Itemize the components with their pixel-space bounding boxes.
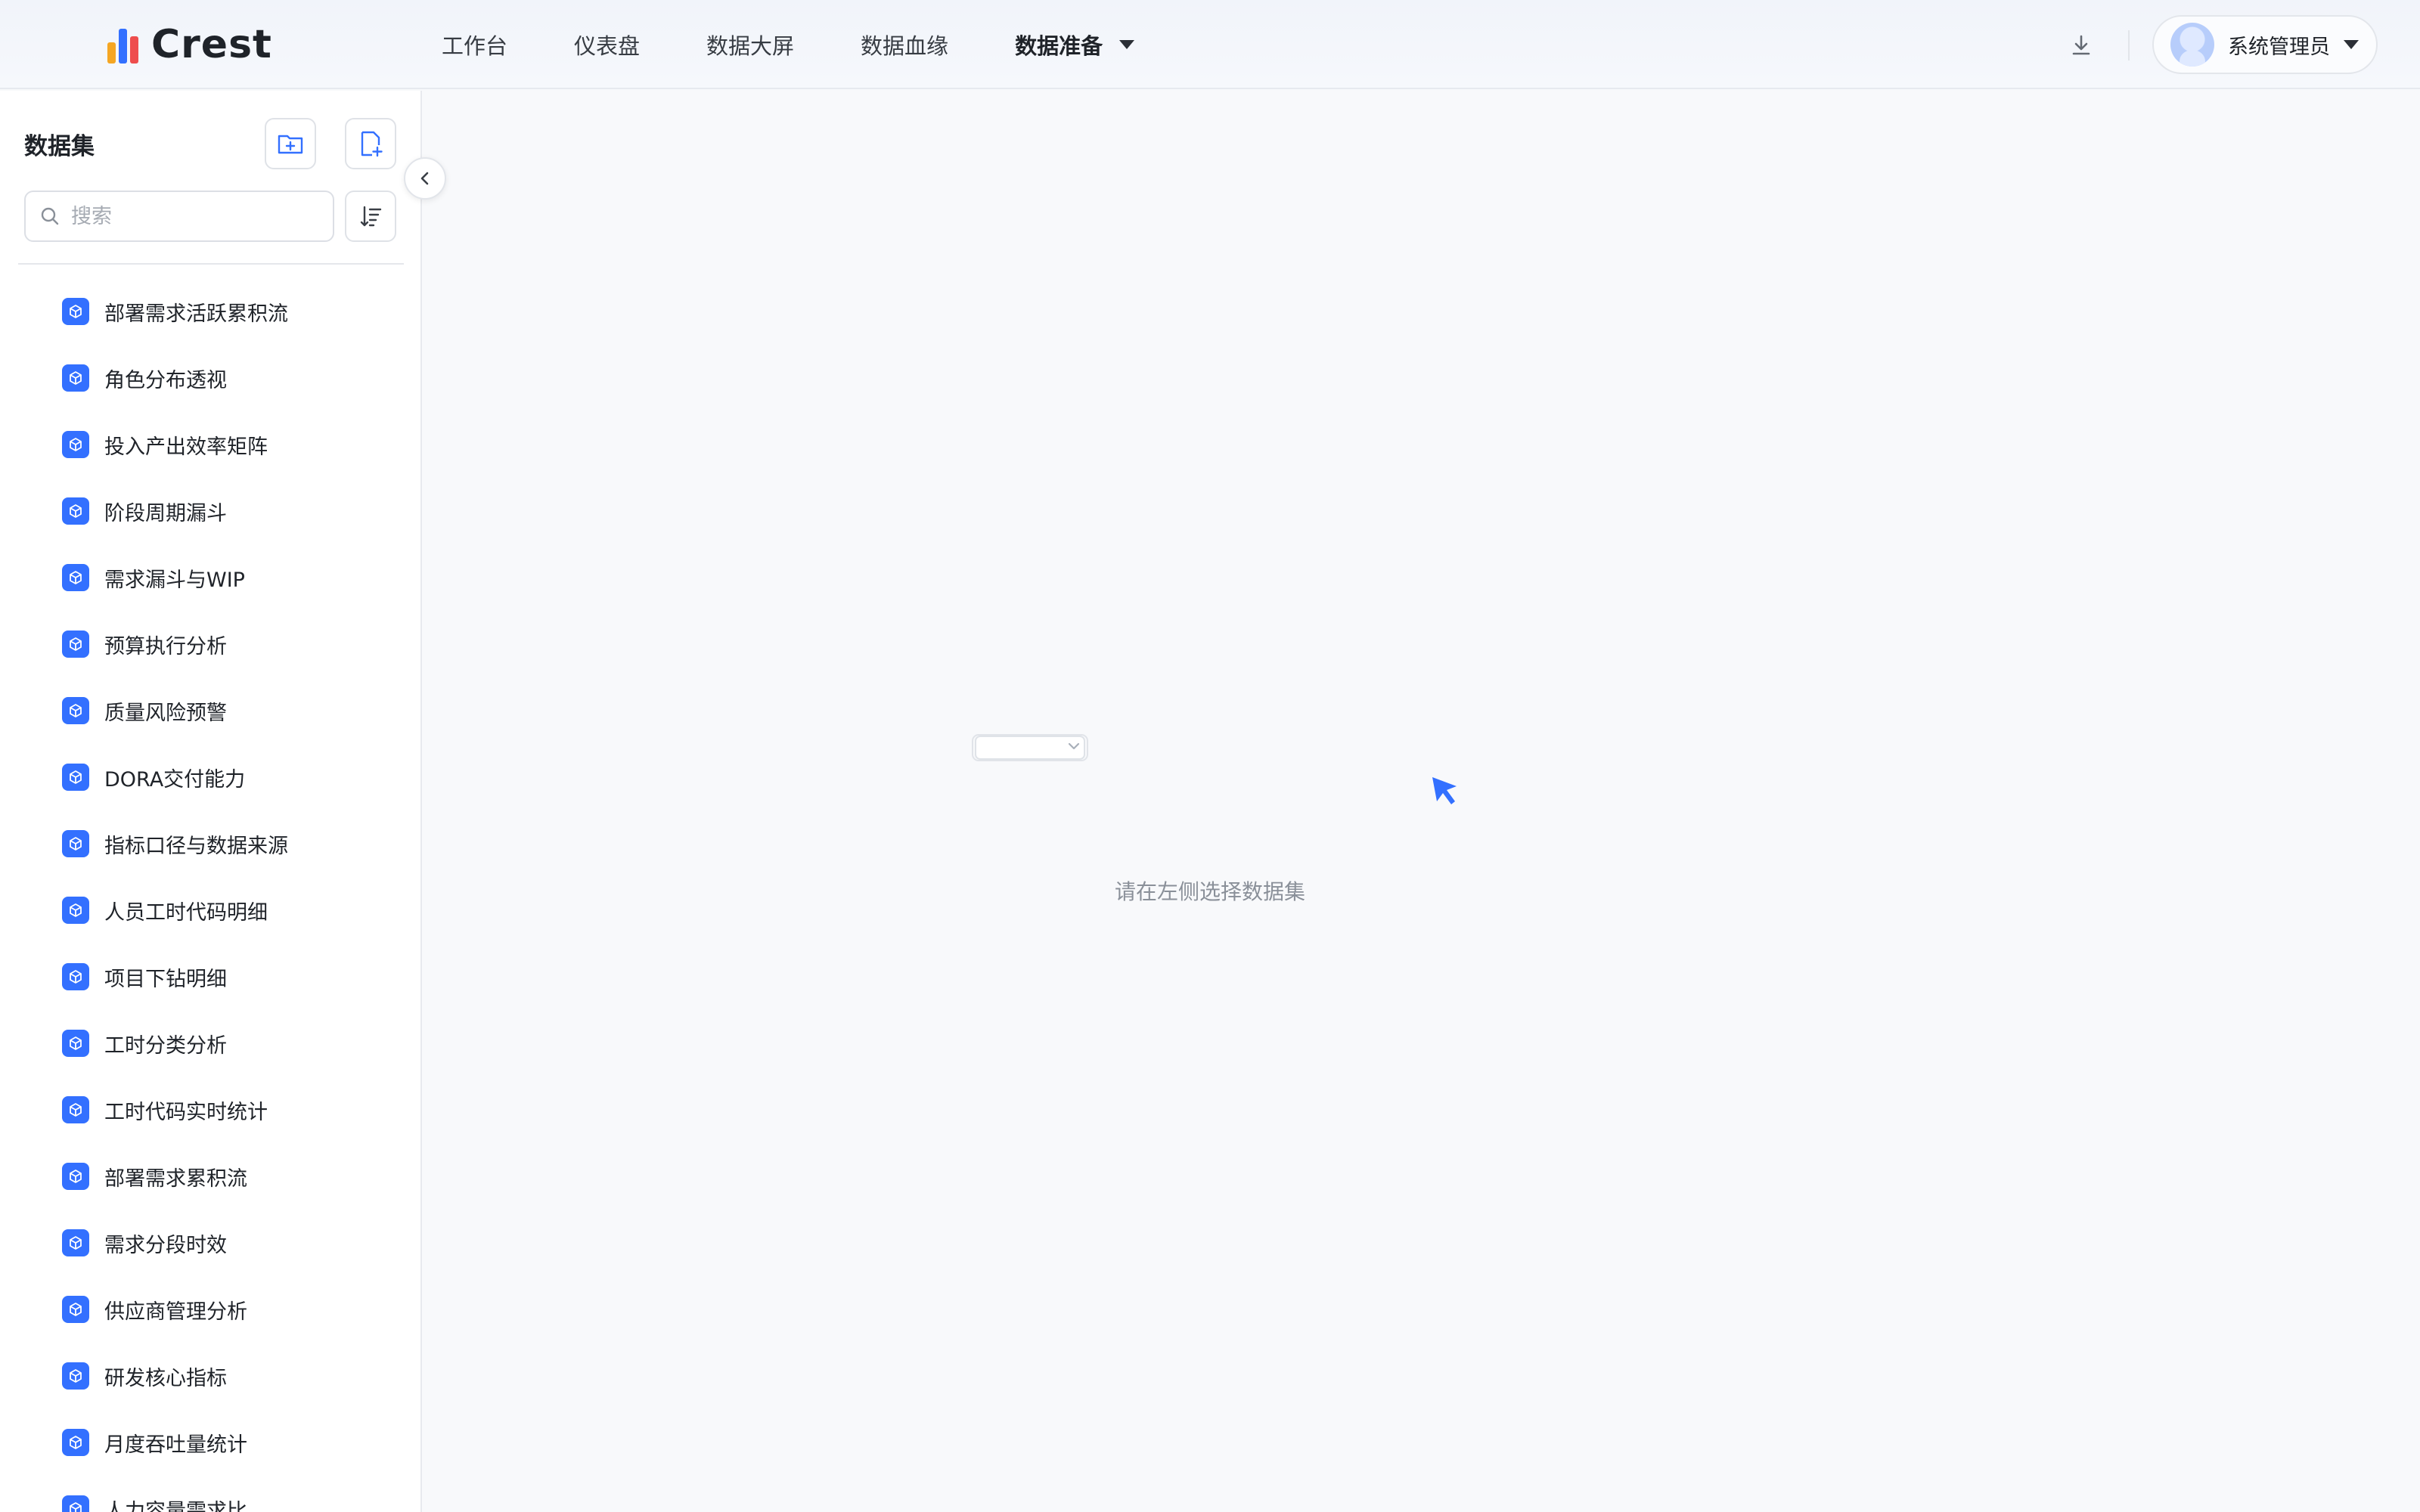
dataset-label: 研发核心指标 — [104, 1366, 227, 1390]
dataset-cube-icon — [62, 764, 89, 791]
list-item[interactable]: 需求分段时效 — [0, 1210, 420, 1276]
top-header: Crest 工作台 仪表盘 数据大屏 数据血缘 数据准备 系统管理员 — [0, 0, 2420, 89]
list-item[interactable]: 月度吞吐量统计 — [0, 1409, 420, 1476]
dataset-label: 需求漏斗与WIP — [104, 568, 245, 592]
list-item[interactable]: 角色分布透视 — [0, 345, 420, 411]
search-icon — [41, 207, 59, 225]
dataset-label: 部署需求累积流 — [104, 1167, 247, 1191]
sort-icon — [360, 206, 382, 227]
sort-button[interactable] — [345, 191, 396, 242]
sidebar-divider — [18, 263, 404, 265]
user-menu[interactable]: 系统管理员 — [2152, 15, 2378, 74]
dataset-label: 项目下钻明细 — [104, 967, 227, 991]
dataset-cube-icon — [62, 631, 89, 658]
empty-state-text: 请在左侧选择数据集 — [1114, 879, 1305, 904]
new-folder-button[interactable] — [265, 118, 316, 169]
sidebar-title: 数据集 — [24, 133, 95, 160]
main-content — [424, 91, 2420, 1512]
nav-item-data-lineage[interactable]: 数据血缘 — [861, 29, 948, 60]
dataset-cube-icon — [62, 1229, 89, 1256]
search-input[interactable] — [71, 204, 313, 228]
dataset-cube-icon — [62, 1096, 89, 1123]
chevron-left-icon — [420, 172, 429, 185]
caret-down-icon — [2344, 40, 2359, 49]
dataset-cube-icon — [62, 564, 89, 591]
nav-label: 仪表盘 — [574, 33, 641, 59]
nav-item-workbench[interactable]: 工作台 — [442, 29, 507, 60]
dataset-label: 工时代码实时统计 — [104, 1100, 268, 1124]
dataset-cube-icon — [62, 697, 89, 724]
nav-label: 数据血缘 — [861, 33, 949, 59]
folder-add-icon — [278, 135, 303, 154]
nav-label: 数据准备 — [1015, 33, 1103, 59]
list-item[interactable]: 供应商管理分析 — [0, 1276, 420, 1343]
list-item[interactable]: 指标口径与数据来源 — [0, 810, 420, 877]
dataset-cube-icon — [62, 1163, 89, 1190]
header-divider — [2128, 30, 2130, 60]
download-icon[interactable] — [2068, 32, 2095, 59]
brand-logo[interactable]: Crest — [106, 21, 272, 68]
user-name: 系统管理员 — [2228, 35, 2330, 59]
dataset-cube-icon — [62, 364, 89, 392]
nav-label: 数据大屏 — [706, 33, 795, 59]
list-item[interactable]: 预算执行分析 — [0, 611, 420, 677]
dataset-cube-icon — [62, 298, 89, 325]
new-dataset-button[interactable] — [345, 118, 396, 169]
list-item[interactable]: 质量风险预警 — [0, 677, 420, 744]
dataset-cube-icon — [62, 1030, 89, 1057]
list-item[interactable]: 项目下钻明细 — [0, 943, 420, 1010]
cursor-arrow-icon — [1432, 777, 1457, 804]
dataset-label: 人力容量需求比 — [104, 1499, 247, 1512]
select-dataset-illustration — [972, 734, 1088, 761]
nav-item-data-screen[interactable]: 数据大屏 — [706, 29, 794, 60]
dataset-cube-icon — [62, 1495, 89, 1512]
list-item[interactable]: 部署需求累积流 — [0, 1143, 420, 1210]
dataset-cube-icon — [62, 963, 89, 990]
file-add-icon — [361, 131, 383, 157]
dataset-label: 月度吞吐量统计 — [104, 1433, 247, 1457]
list-item[interactable]: DORA交付能力 — [0, 744, 420, 810]
dataset-label: 供应商管理分析 — [104, 1300, 247, 1324]
dataset-cube-icon — [62, 431, 89, 458]
list-item[interactable]: 工时分类分析 — [0, 1010, 420, 1077]
caret-down-icon — [1119, 40, 1135, 49]
list-item[interactable]: 人力容量需求比 — [0, 1476, 420, 1512]
dataset-label: 工时分类分析 — [104, 1033, 227, 1058]
dataset-label: 投入产出效率矩阵 — [104, 435, 268, 459]
dataset-cube-icon — [62, 497, 89, 525]
dataset-cube-icon — [62, 830, 89, 857]
list-item[interactable]: 部署需求活跃累积流 — [0, 278, 420, 345]
list-item[interactable]: 工时代码实时统计 — [0, 1077, 420, 1143]
main-nav: 工作台 仪表盘 数据大屏 数据血缘 数据准备 — [442, 0, 1201, 89]
dataset-sidebar: 数据集 部署需求活跃累积流角色分布透视投入产出效率矩阵阶段周期漏斗需求漏斗与WI… — [0, 91, 422, 1512]
list-item[interactable]: 投入产出效率矩阵 — [0, 411, 420, 478]
list-item[interactable]: 需求漏斗与WIP — [0, 544, 420, 611]
avatar — [2170, 23, 2214, 67]
list-item[interactable]: 研发核心指标 — [0, 1343, 420, 1409]
nav-label: 工作台 — [442, 33, 508, 59]
dataset-label: 角色分布透视 — [104, 368, 227, 392]
dataset-cube-icon — [62, 1362, 89, 1390]
dataset-label: 部署需求活跃累积流 — [104, 302, 288, 326]
dataset-label: DORA交付能力 — [104, 767, 246, 792]
nav-item-dashboard[interactable]: 仪表盘 — [574, 29, 640, 60]
dataset-label: 需求分段时效 — [104, 1233, 227, 1257]
dataset-label: 质量风险预警 — [104, 701, 227, 725]
dataset-cube-icon — [62, 1296, 89, 1323]
dataset-cube-icon — [62, 1429, 89, 1456]
dataset-label: 指标口径与数据来源 — [104, 834, 288, 858]
logo-bars-icon — [106, 26, 141, 64]
nav-item-data-prep[interactable]: 数据准备 — [1015, 29, 1135, 60]
dataset-label: 阶段周期漏斗 — [104, 501, 227, 525]
search-field[interactable] — [24, 191, 334, 242]
collapse-sidebar-button[interactable] — [404, 157, 446, 200]
brand-name: Crest — [151, 22, 272, 67]
list-item[interactable]: 阶段周期漏斗 — [0, 478, 420, 544]
dataset-label: 预算执行分析 — [104, 634, 227, 658]
